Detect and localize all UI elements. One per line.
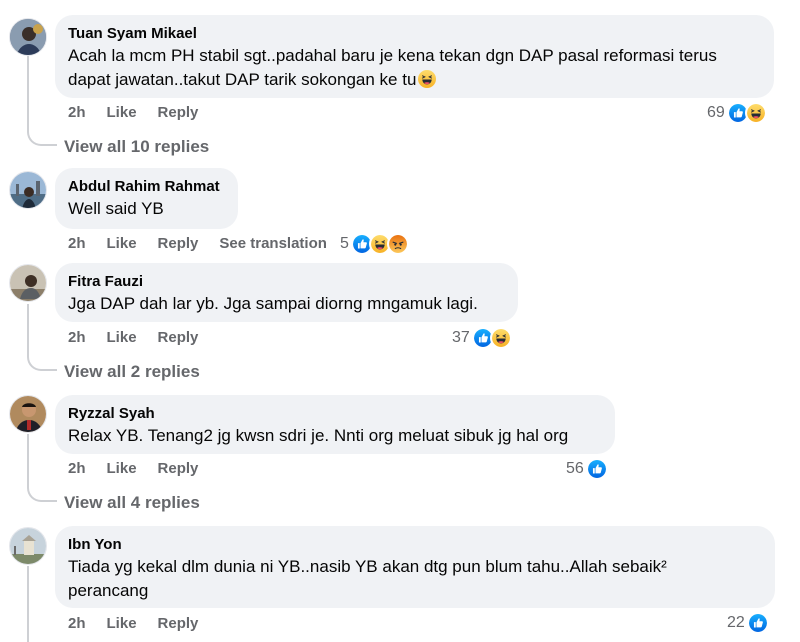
comment-bubble: Tuan Syam Mikael Acah la mcm PH stabil s…: [55, 15, 774, 98]
comment-text: Relax YB. Tenang2 jg kwsn sdri je. Nnti …: [68, 426, 569, 445]
reaction-count: 56: [566, 460, 584, 477]
comment-bubble: Ryzzal Syah Relax YB. Tenang2 jg kwsn sd…: [55, 395, 615, 454]
like-button[interactable]: Like: [107, 329, 137, 346]
comment-bubble: Abdul Rahim Rahmat Well said YB: [55, 168, 238, 229]
like-button[interactable]: Like: [107, 235, 137, 252]
reply-button[interactable]: Reply: [158, 329, 199, 346]
rofl-emoji-icon: [418, 70, 436, 88]
view-replies-link[interactable]: View all 10 replies: [64, 136, 209, 158]
comment-actions: 2h Like Reply: [68, 613, 219, 633]
reaction-summary[interactable]: 5: [340, 232, 409, 256]
comment-actions: 2h Like Reply See translation: [68, 233, 348, 253]
comment-text-line: Tiada yg kekal dlm dunia ni YB..nasib YB…: [68, 557, 667, 576]
comment-author[interactable]: Tuan Syam Mikael: [68, 24, 761, 44]
avatar[interactable]: [9, 171, 47, 209]
comment-text: Well said YB: [68, 199, 164, 218]
comment-author[interactable]: Abdul Rahim Rahmat: [68, 177, 225, 197]
like-icon: [746, 612, 769, 634]
reaction-summary[interactable]: 69: [707, 101, 767, 125]
reply-button[interactable]: Reply: [158, 460, 199, 477]
avatar[interactable]: [9, 264, 47, 302]
comment-actions: 2h Like Reply: [68, 327, 219, 347]
like-button[interactable]: Like: [107, 460, 137, 477]
avatar[interactable]: [9, 395, 47, 433]
like-button[interactable]: Like: [107, 104, 137, 121]
comment-timestamp[interactable]: 2h: [68, 329, 86, 346]
comment-author[interactable]: Ryzzal Syah: [68, 404, 602, 424]
comment-actions: 2h Like Reply: [68, 458, 219, 478]
comment-timestamp[interactable]: 2h: [68, 460, 86, 477]
comment-author[interactable]: Fitra Fauzi: [68, 272, 505, 292]
comment-text: Acah la mcm PH stabil sgt..padahal baru …: [68, 46, 717, 89]
thread-line: [27, 56, 29, 130]
comment-timestamp[interactable]: 2h: [68, 104, 86, 121]
like-icon: [585, 458, 608, 480]
thread-connector: [27, 355, 57, 371]
comment-bubble: Fitra Fauzi Jga DAP dah lar yb. Jga samp…: [55, 263, 518, 322]
thread-connector: [27, 486, 57, 502]
avatar[interactable]: [9, 18, 47, 56]
thread-connector: [27, 130, 57, 146]
see-translation-link[interactable]: See translation: [219, 235, 327, 252]
comment-text-line: perancang: [68, 581, 149, 600]
comment-text: Tiada yg kekal dlm dunia ni YB..nasib YB…: [68, 555, 762, 603]
haha-icon: [744, 102, 767, 124]
comment-timestamp[interactable]: 2h: [68, 235, 86, 252]
reaction-count: 69: [707, 104, 725, 121]
haha-icon: [489, 327, 512, 349]
like-button[interactable]: Like: [107, 615, 137, 632]
reply-button[interactable]: Reply: [158, 615, 199, 632]
thread-line: [27, 566, 29, 642]
thread-line: [27, 434, 29, 486]
comment-actions: 2h Like Reply: [68, 102, 219, 122]
reaction-summary[interactable]: 37: [452, 326, 512, 350]
comment-author[interactable]: Ibn Yon: [68, 535, 762, 555]
reply-button[interactable]: Reply: [158, 235, 199, 252]
reply-button[interactable]: Reply: [158, 104, 199, 121]
thread-line: [27, 304, 29, 355]
view-replies-link[interactable]: View all 4 replies: [64, 492, 200, 514]
reaction-count: 22: [727, 614, 745, 631]
view-replies-link[interactable]: View all 2 replies: [64, 361, 200, 383]
comment-text: Jga DAP dah lar yb. Jga sampai diorng mn…: [68, 294, 478, 313]
comment-bubble: Ibn Yon Tiada yg kekal dlm dunia ni YB..…: [55, 526, 775, 608]
comment-timestamp[interactable]: 2h: [68, 615, 86, 632]
reaction-summary[interactable]: 56: [566, 457, 608, 481]
avatar[interactable]: [9, 527, 47, 565]
reaction-summary[interactable]: 22: [727, 611, 769, 635]
angry-icon: [386, 233, 409, 255]
reaction-count: 37: [452, 329, 470, 346]
reaction-count: 5: [340, 235, 349, 252]
